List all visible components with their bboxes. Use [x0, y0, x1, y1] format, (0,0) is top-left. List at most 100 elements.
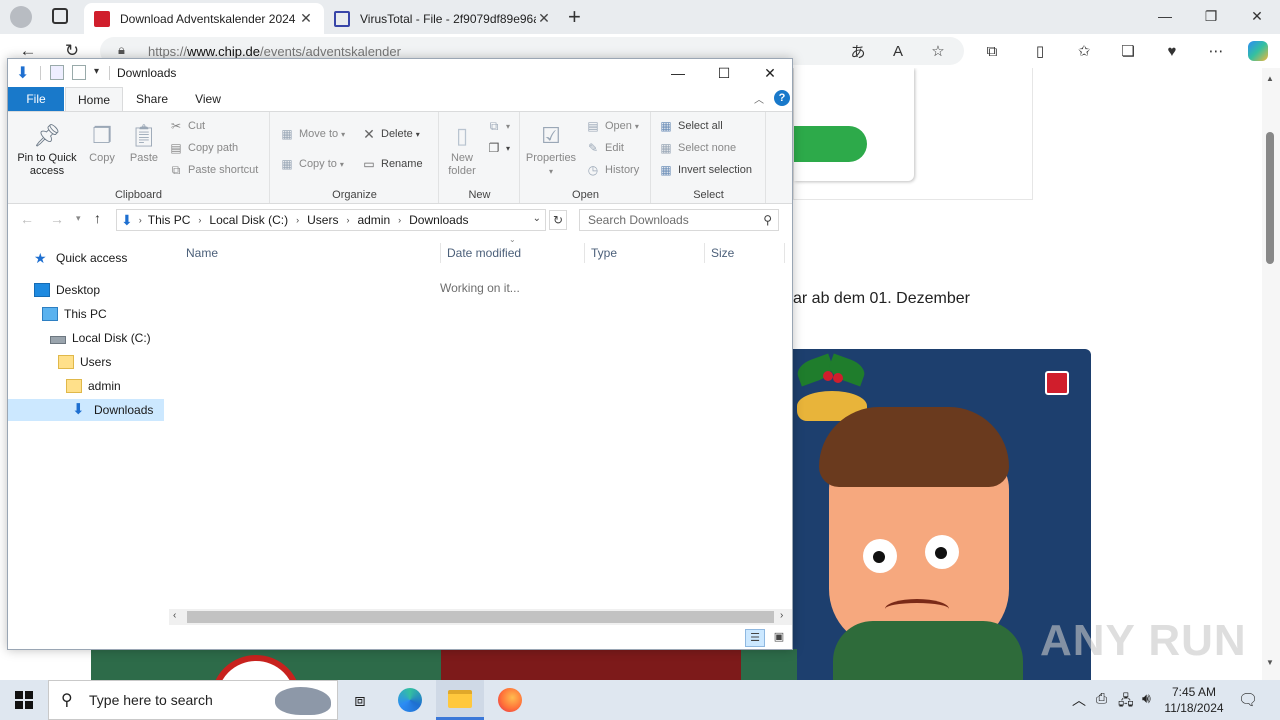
extensions-icon[interactable]: ⧉	[980, 40, 1004, 62]
edit-button[interactable]: ✎ Edit	[585, 138, 624, 158]
nav-downloads[interactable]: ⬇ Downloads	[8, 399, 164, 421]
page-scroll-thumb[interactable]	[1266, 132, 1274, 264]
task-view-icon[interactable]: ⧈	[336, 680, 384, 720]
file-explorer-taskbar-icon[interactable]	[436, 680, 484, 720]
new-item-button[interactable]: ⧉ ▾	[486, 116, 510, 136]
paste-button[interactable]: 📋︎ Paste	[126, 120, 162, 165]
close-tab-icon[interactable]: ✕	[536, 10, 552, 27]
read-aloud-icon[interactable]: A	[886, 40, 910, 62]
close-icon[interactable]: ✕	[747, 59, 793, 87]
up-arrow-icon[interactable]: ↑	[94, 210, 101, 226]
cut-button[interactable]: ✂ Cut	[168, 116, 205, 136]
back-arrow-icon[interactable]: ←	[20, 211, 34, 227]
split-screen-icon[interactable]: ▯	[1028, 40, 1052, 62]
show-hidden-icons-icon[interactable]: ︿	[1072, 690, 1086, 710]
horizontal-scroll-thumb[interactable]	[187, 611, 774, 623]
search-input[interactable]: Search Downloads ⚲	[579, 209, 779, 231]
close-window-icon[interactable]: ✕	[1234, 0, 1280, 32]
refresh-icon[interactable]: ↻	[549, 210, 567, 230]
tab-share[interactable]: Share	[126, 87, 178, 111]
minimize-icon[interactable]: —	[655, 59, 701, 87]
new-folder-button[interactable]: ▯ New folder	[444, 120, 480, 178]
system-clock[interactable]: 7:45 AM 11/18/2024	[1160, 684, 1228, 716]
minimize-icon[interactable]: —	[1142, 0, 1188, 32]
breadcrumb-this-pc[interactable]: This PC	[148, 213, 191, 227]
new-tab-button[interactable]: +	[568, 4, 581, 30]
recent-locations-icon[interactable]: ▾	[76, 213, 81, 224]
new-folder-qat-icon[interactable]	[72, 65, 86, 80]
qat-dropdown-icon[interactable]: ▾	[94, 66, 99, 77]
breadcrumb-users[interactable]: Users	[307, 213, 338, 227]
copy-to-button[interactable]: ▦ Copy to ▾	[279, 154, 344, 174]
large-icons-view-icon[interactable]: ▣	[769, 629, 789, 647]
scroll-up-arrow-icon[interactable]: ▲	[1266, 74, 1274, 83]
translate-icon[interactable]: あ	[846, 40, 870, 62]
collapse-ribbon-icon[interactable]: ︿	[754, 91, 764, 106]
column-header-type[interactable]: Type	[585, 243, 705, 263]
paste-shortcut-button[interactable]: ⧉ Paste shortcut	[168, 160, 259, 180]
select-none-button[interactable]: ▦ Select none	[658, 138, 736, 158]
column-header-name[interactable]: Name	[180, 243, 441, 263]
column-header-date-modified[interactable]: Date modified	[441, 243, 585, 263]
collections-icon[interactable]: ❏	[1116, 40, 1140, 62]
history-button[interactable]: ◷ History	[585, 160, 639, 180]
edge-browser-icon[interactable]	[386, 680, 434, 720]
help-icon[interactable]: ?	[774, 90, 790, 106]
more-menu-icon[interactable]: ⋯	[1204, 40, 1228, 62]
breadcrumb-downloads[interactable]: Downloads	[409, 213, 468, 227]
pin-to-quick-access-button[interactable]: 📌︎ Pin to Quick access	[14, 120, 80, 178]
start-windows-icon[interactable]	[0, 680, 48, 720]
favorites-icon[interactable]: ✩	[1072, 40, 1096, 62]
horizontal-scrollbar[interactable]: ‹ ›	[169, 609, 792, 625]
nav-local-disk[interactable]: Local Disk (C:)	[50, 327, 151, 349]
close-tab-icon[interactable]: ✕	[298, 10, 314, 27]
favorite-star-icon[interactable]: ☆	[926, 40, 950, 62]
column-header-size[interactable]: Size	[705, 243, 785, 263]
performance-icon[interactable]: ♥	[1160, 40, 1184, 62]
nav-admin[interactable]: admin	[66, 375, 121, 397]
invert-selection-button[interactable]: ▦ Invert selection	[658, 160, 752, 180]
notifications-icon[interactable]: 🗨︎	[1238, 690, 1258, 710]
restore-icon[interactable]: ❐	[1188, 0, 1234, 32]
tab-home[interactable]: Home	[65, 87, 123, 111]
device-icon[interactable]: ⎙	[1096, 690, 1107, 707]
rename-button[interactable]: ▭ Rename	[361, 154, 422, 174]
nav-this-pc[interactable]: This PC	[42, 303, 107, 325]
properties-qat-icon[interactable]	[50, 65, 64, 80]
volume-icon[interactable]: 🔊︎	[1142, 690, 1151, 707]
taskbar-search[interactable]: ⚲ Type here to search	[48, 680, 338, 720]
breadcrumb-admin[interactable]: admin	[357, 213, 390, 227]
details-view-icon[interactable]: ☰	[745, 629, 765, 647]
tab-view[interactable]: View	[182, 87, 234, 111]
maximize-icon[interactable]: ☐	[701, 59, 747, 87]
scroll-down-arrow-icon[interactable]: ▼	[1266, 658, 1274, 667]
firefox-icon[interactable]	[486, 680, 534, 720]
copy-path-button[interactable]: ▤ Copy path	[168, 138, 238, 158]
nav-quick-access[interactable]: ★ Quick access	[34, 247, 127, 269]
easy-access-button[interactable]: ❐ ▾	[486, 138, 510, 158]
tab-file[interactable]: File	[8, 87, 64, 111]
copilot-icon[interactable]	[1246, 40, 1270, 62]
nav-users[interactable]: Users	[58, 351, 111, 373]
forward-arrow-icon[interactable]: →	[50, 211, 64, 227]
open-button[interactable]: ▤ Open ▾	[585, 116, 639, 136]
select-all-button[interactable]: ▦ Select all	[658, 116, 722, 136]
network-icon[interactable]: 🖧︎	[1118, 690, 1134, 714]
lock-icon[interactable]: 🔒︎	[118, 42, 125, 58]
delete-button[interactable]: ✕ Delete ▾	[361, 124, 420, 144]
scroll-left-arrow-icon[interactable]: ‹	[173, 610, 176, 621]
download-button[interactable]	[794, 126, 867, 162]
tab-actions-icon[interactable]	[52, 8, 68, 24]
tab-virustotal[interactable]: VirusTotal - File - 2f9079df89e96a ✕	[324, 3, 562, 34]
page-scrollbar[interactable]: ▲ ▼	[1262, 68, 1280, 680]
breadcrumb-local-disk[interactable]: Local Disk (C:)	[209, 213, 288, 227]
path-dropdown-icon[interactable]: ⌄	[533, 213, 541, 224]
properties-button[interactable]: ☑ Properties ▾	[523, 120, 579, 178]
move-to-button[interactable]: ▦ Move to ▾	[279, 124, 345, 144]
tab-adventskalender[interactable]: Download Adventskalender 2024 ✕	[84, 3, 324, 34]
profile-avatar[interactable]	[10, 6, 32, 28]
nav-desktop[interactable]: Desktop	[34, 279, 100, 301]
scroll-right-arrow-icon[interactable]: ›	[780, 610, 783, 621]
address-path-box[interactable]: ⬇ › This PC › Local Disk (C:) › Users › …	[116, 209, 546, 231]
copy-button[interactable]: ❐ Copy	[84, 120, 120, 165]
